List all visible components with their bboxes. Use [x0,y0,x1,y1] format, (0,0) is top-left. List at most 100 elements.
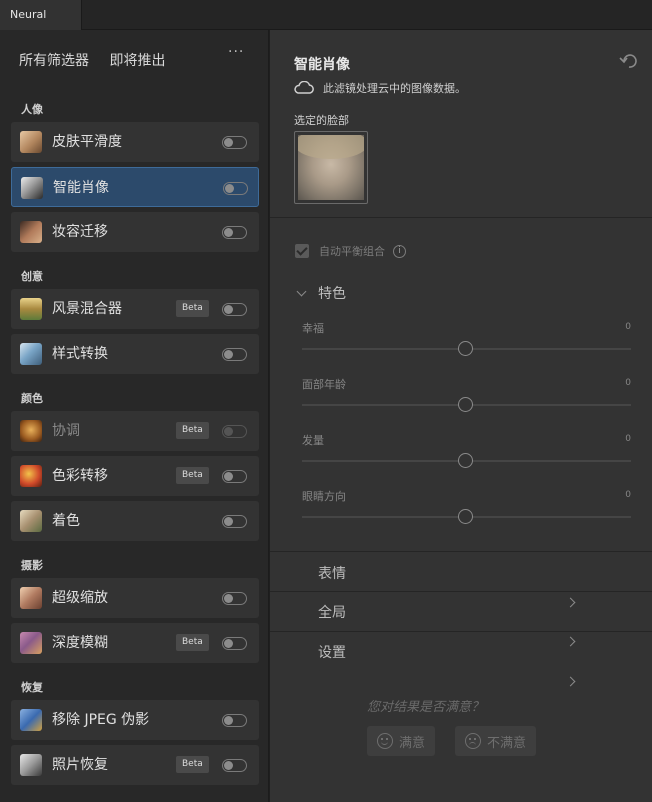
filter-settings-panel: 智能肖像 此滤镜处理云中的图像数据。 选定的脸部 自动平衡组合 i 特色 幸福 … [270,30,652,802]
filter-toggle[interactable] [222,637,247,650]
beta-badge: Beta [176,467,209,484]
slider-label-hair-thickness: 发量 [302,434,324,447]
filter-label: 皮肤平滑度 [52,134,122,150]
filter-label: 样式转换 [52,346,108,362]
makeup-thumb-icon [20,221,42,243]
unsatisfied-button[interactable]: 不满意 [455,726,537,756]
filter-item-style-transfer[interactable]: 样式转换 [11,334,259,374]
section-title: 表情 [318,566,346,582]
filter-toggle[interactable] [222,759,247,772]
filter-list-panel: 所有筛选器 即将推出 ··· 人像 皮肤平滑度 智能肖像 妆容迁移 创意 风景混… [0,30,269,802]
selected-face-thumbnail[interactable] [294,131,368,204]
filter-toggle[interactable] [222,714,247,727]
more-options-icon[interactable]: ··· [228,44,244,60]
photo-restore-thumb-icon [20,754,42,776]
filter-label: 妆容迁移 [52,224,108,240]
filter-item-makeup-transfer[interactable]: 妆容迁移 [11,212,259,252]
tab-all-filters[interactable]: 所有筛选器 [19,53,89,69]
filter-label: 着色 [52,513,80,529]
beta-badge: Beta [176,422,209,439]
filter-item-super-zoom[interactable]: 超级缩放 [11,578,259,618]
filter-item-smart-portrait[interactable]: 智能肖像 [11,167,259,207]
color-transfer-thumb-icon [20,465,42,487]
filter-label: 深度模糊 [52,635,108,651]
filter-item-skin-smoothing[interactable]: 皮肤平滑度 [11,122,259,162]
satisfied-label: 满意 [399,735,426,751]
filter-toggle[interactable] [222,515,247,528]
portrait-skin-thumb-icon [20,131,42,153]
tab-coming-soon[interactable]: 即将推出 [109,53,165,69]
feedback-question: 您对结果是否满意？ [367,700,485,715]
filter-label: 智能肖像 [53,180,109,196]
section-expression[interactable]: 表情 [296,563,578,609]
portrait-man-thumb-icon [21,177,43,199]
filter-item-colorize[interactable]: 着色 [11,501,259,541]
filter-toggle[interactable] [222,592,247,605]
slider-label-eye-direction: 眼睛方向 [302,490,346,503]
slider-label-happiness: 幸福 [302,322,324,335]
category-photography: 摄影 [21,559,43,572]
filter-label: 移除 JPEG 伪影 [52,712,150,728]
beta-badge: Beta [176,756,209,773]
chevron-down-icon [296,287,308,299]
section-settings[interactable]: 设置 [296,642,578,688]
auto-balance-label: 自动平衡组合 [319,245,385,258]
section-features[interactable]: 特色 [296,283,346,303]
slider-label-facial-age: 面部年龄 [302,378,346,391]
filter-label: 色彩转移 [52,468,108,484]
face-image [298,135,364,200]
section-title: 特色 [318,286,346,302]
slider-thumb-happiness[interactable] [458,341,473,356]
filter-item-depth-blur[interactable]: 深度模糊 Beta [11,623,259,663]
category-creative: 创意 [21,270,43,283]
slider-value-hair-thickness: 0 [625,434,631,444]
section-global[interactable]: 全局 [296,602,578,648]
style-thumb-icon [20,343,42,365]
chevron-right-icon [566,636,578,648]
filter-item-harmonize[interactable]: 协调 Beta [11,411,259,451]
smile-icon [377,733,393,749]
filter-label: 协调 [52,423,80,439]
slider-value-facial-age: 0 [625,378,631,388]
reset-icon[interactable] [618,52,640,70]
panel-title: 智能肖像 [294,57,350,73]
beta-badge: Beta [176,634,209,651]
filter-toggle[interactable] [222,226,247,239]
landscape-thumb-icon [20,298,42,320]
category-color: 颜色 [21,392,43,405]
unsatisfied-label: 不满意 [487,735,527,751]
filter-item-landscape-mixer[interactable]: 风景混合器 Beta [11,289,259,329]
auto-balance-checkbox[interactable] [295,244,309,258]
filter-toggle[interactable] [222,303,247,316]
category-portrait: 人像 [21,103,43,116]
colorize-thumb-icon [20,510,42,532]
section-title: 设置 [318,645,346,661]
satisfied-button[interactable]: 满意 [367,726,436,756]
divider [270,551,652,552]
tab-neural-filters[interactable]: Neural Filters [0,0,82,51]
section-title: 全局 [318,605,346,621]
category-restoration: 恢复 [21,681,43,694]
filter-item-remove-jpeg-artifacts[interactable]: 移除 JPEG 伪影 [11,700,259,740]
cloud-icon [294,81,314,94]
filter-item-color-transfer[interactable]: 色彩转移 Beta [11,456,259,496]
filter-label: 风景混合器 [52,301,122,317]
filter-toggle[interactable] [222,470,247,483]
info-icon[interactable]: i [393,244,406,258]
slider-value-eye-direction: 0 [625,490,631,500]
chevron-right-icon [566,676,578,688]
jpeg-thumb-icon [20,709,42,731]
cloud-notice: 此滤镜处理云中的图像数据。 [293,80,466,96]
slider-thumb-facial-age[interactable] [458,397,473,412]
slider-thumb-hair-thickness[interactable] [458,453,473,468]
filter-tabs: 所有筛选器 即将推出 [19,50,181,70]
cloud-notice-text: 此滤镜处理云中的图像数据。 [323,82,466,95]
filter-item-photo-restoration[interactable]: 照片恢复 Beta [11,745,259,785]
filter-toggle[interactable] [223,182,248,195]
filter-toggle[interactable] [222,348,247,361]
beta-badge: Beta [176,300,209,317]
depth-blur-thumb-icon [20,632,42,654]
slider-thumb-eye-direction[interactable] [458,509,473,524]
filter-toggle[interactable] [222,136,247,149]
filter-toggle[interactable] [222,425,247,438]
